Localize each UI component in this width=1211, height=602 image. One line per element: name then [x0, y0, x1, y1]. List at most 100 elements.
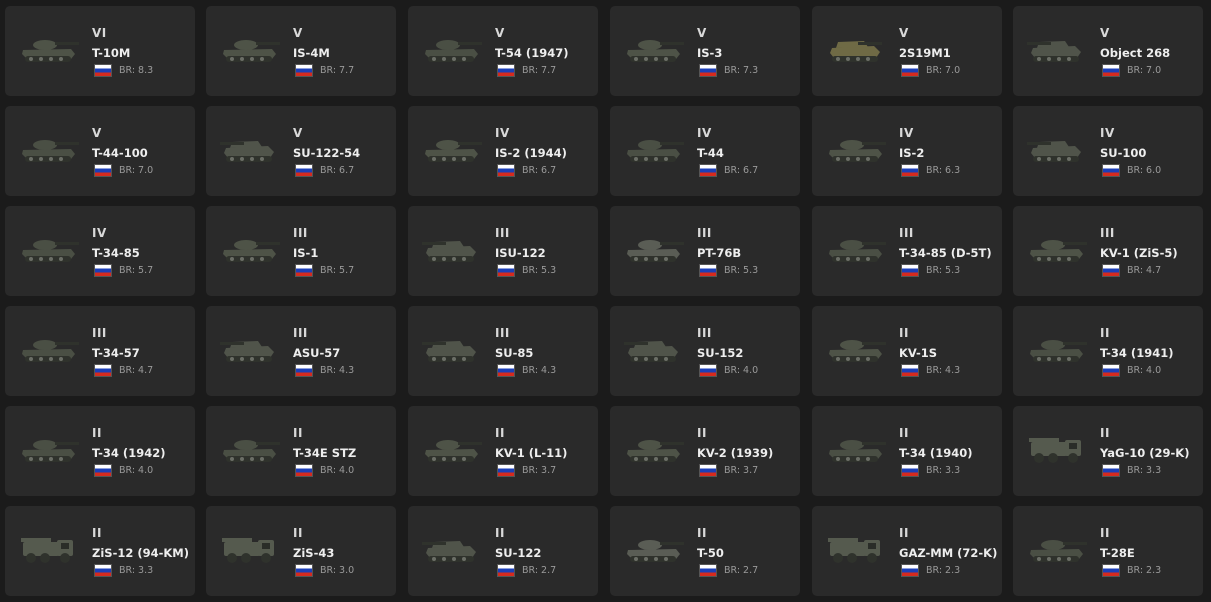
vehicle-tier: II	[899, 426, 909, 440]
vehicle-card[interactable]: II GAZ-MM (72-K) BR: 2.3	[812, 506, 1002, 596]
vehicle-tier: II	[899, 526, 909, 540]
vehicle-thumbnail	[218, 30, 282, 66]
vehicle-card[interactable]: IV IS-2 BR: 6.3	[812, 106, 1002, 196]
vehicle-name: KV-1 (L-11)	[495, 446, 568, 460]
russia-flag-icon	[94, 364, 112, 377]
vehicle-tier: IV	[1100, 126, 1115, 140]
vehicle-card[interactable]: II ZiS-12 (94-KM) BR: 3.3	[5, 506, 195, 596]
vehicle-tier: V	[293, 126, 303, 140]
vehicle-card[interactable]: II KV-1S BR: 4.3	[812, 306, 1002, 396]
vehicle-grid: VI T-10M BR: 8.3 V IS-4M BR: 7.7 V T-54 …	[0, 0, 1211, 602]
battle-rating: BR: 2.3	[926, 565, 961, 576]
vehicle-card[interactable]: II YaG-10 (29-K) BR: 3.3	[1013, 406, 1203, 496]
vehicle-card[interactable]: III IS-1 BR: 5.7	[206, 206, 396, 296]
russia-flag-icon	[295, 264, 313, 277]
vehicle-thumbnail	[824, 530, 888, 566]
vehicle-card[interactable]: II T-28E BR: 2.3	[1013, 506, 1203, 596]
vehicle-tier: V	[293, 26, 303, 40]
vehicle-card[interactable]: III SU-152 BR: 4.0	[610, 306, 800, 396]
vehicle-card[interactable]: III PT-76B BR: 5.3	[610, 206, 800, 296]
vehicle-card[interactable]: III SU-85 BR: 4.3	[408, 306, 598, 396]
vehicle-name: YaG-10 (29-K)	[1100, 446, 1190, 460]
vehicle-name: IS-2	[899, 146, 925, 160]
vehicle-card[interactable]: IV SU-100 BR: 6.0	[1013, 106, 1203, 196]
vehicle-thumbnail	[17, 130, 81, 166]
vehicle-card[interactable]: II SU-122 BR: 2.7	[408, 506, 598, 596]
battle-rating: BR: 7.7	[522, 65, 557, 76]
vehicle-card[interactable]: III KV-1 (ZiS-5) BR: 4.7	[1013, 206, 1203, 296]
battle-rating: BR: 2.7	[724, 565, 759, 576]
vehicle-card[interactable]: V IS-3 BR: 7.3	[610, 6, 800, 96]
russia-flag-icon	[1102, 364, 1120, 377]
vehicle-name: SU-152	[697, 346, 744, 360]
russia-flag-icon	[901, 464, 919, 477]
russia-flag-icon	[94, 464, 112, 477]
vehicle-tier: V	[495, 26, 505, 40]
russia-flag-icon	[295, 464, 313, 477]
vehicle-thumbnail	[824, 130, 888, 166]
russia-flag-icon	[497, 364, 515, 377]
russia-flag-icon	[1102, 464, 1120, 477]
vehicle-name: T-44-100	[92, 146, 148, 160]
russia-flag-icon	[699, 564, 717, 577]
vehicle-tier: V	[1100, 26, 1110, 40]
vehicle-card[interactable]: II T-34E STZ BR: 4.0	[206, 406, 396, 496]
russia-flag-icon	[497, 164, 515, 177]
vehicle-card[interactable]: II KV-2 (1939) BR: 3.7	[610, 406, 800, 496]
vehicle-tier: II	[92, 526, 102, 540]
vehicle-name: Object 268	[1100, 46, 1171, 60]
battle-rating: BR: 6.0	[1127, 165, 1162, 176]
vehicle-name: ISU-122	[495, 246, 546, 260]
vehicle-card[interactable]: IV T-44 BR: 6.7	[610, 106, 800, 196]
vehicle-thumbnail	[17, 30, 81, 66]
vehicle-name: T-54 (1947)	[495, 46, 569, 60]
vehicle-card[interactable]: III ISU-122 BR: 5.3	[408, 206, 598, 296]
vehicle-card[interactable]: II KV-1 (L-11) BR: 3.7	[408, 406, 598, 496]
vehicle-card[interactable]: V SU-122-54 BR: 6.7	[206, 106, 396, 196]
vehicle-card[interactable]: II T-34 (1941) BR: 4.0	[1013, 306, 1203, 396]
vehicle-card[interactable]: III T-34-85 (D-5T) BR: 5.3	[812, 206, 1002, 296]
vehicle-card[interactable]: III ASU-57 BR: 4.3	[206, 306, 396, 396]
vehicle-tier: II	[92, 426, 102, 440]
battle-rating: BR: 3.7	[522, 465, 557, 476]
vehicle-tier: IV	[495, 126, 510, 140]
vehicle-tier: III	[697, 226, 712, 240]
battle-rating: BR: 3.3	[119, 565, 154, 576]
vehicle-card[interactable]: VI T-10M BR: 8.3	[5, 6, 195, 96]
vehicle-card[interactable]: V Object 268 BR: 7.0	[1013, 6, 1203, 96]
vehicle-card[interactable]: II T-34 (1940) BR: 3.3	[812, 406, 1002, 496]
vehicle-name: PT-76B	[697, 246, 742, 260]
vehicle-tier: II	[495, 426, 505, 440]
vehicle-card[interactable]: IV T-34-85 BR: 5.7	[5, 206, 195, 296]
vehicle-thumbnail	[218, 230, 282, 266]
vehicle-tier: II	[697, 526, 707, 540]
vehicle-card[interactable]: II ZiS-43 BR: 3.0	[206, 506, 396, 596]
vehicle-card[interactable]: II T-34 (1942) BR: 4.0	[5, 406, 195, 496]
vehicle-card[interactable]: V IS-4M BR: 7.7	[206, 6, 396, 96]
vehicle-card[interactable]: V T-54 (1947) BR: 7.7	[408, 6, 598, 96]
battle-rating: BR: 4.0	[724, 365, 759, 376]
vehicle-tier: II	[899, 326, 909, 340]
battle-rating: BR: 4.0	[1127, 365, 1162, 376]
russia-flag-icon	[497, 464, 515, 477]
vehicle-card[interactable]: III T-34-57 BR: 4.7	[5, 306, 195, 396]
battle-rating: BR: 5.3	[724, 265, 759, 276]
vehicle-thumbnail	[420, 330, 484, 366]
vehicle-name: IS-4M	[293, 46, 330, 60]
vehicle-card[interactable]: V 2S19M1 BR: 7.0	[812, 6, 1002, 96]
vehicle-thumbnail	[17, 430, 81, 466]
vehicle-card[interactable]: IV IS-2 (1944) BR: 6.7	[408, 106, 598, 196]
russia-flag-icon	[1102, 264, 1120, 277]
russia-flag-icon	[295, 164, 313, 177]
battle-rating: BR: 6.7	[522, 165, 557, 176]
vehicle-name: 2S19M1	[899, 46, 951, 60]
vehicle-thumbnail	[17, 330, 81, 366]
vehicle-thumbnail	[824, 30, 888, 66]
battle-rating: BR: 5.7	[119, 265, 154, 276]
vehicle-card[interactable]: II T-50 BR: 2.7	[610, 506, 800, 596]
vehicle-thumbnail	[218, 130, 282, 166]
battle-rating: BR: 2.3	[1127, 565, 1162, 576]
vehicle-name: T-28E	[1100, 546, 1135, 560]
vehicle-card[interactable]: V T-44-100 BR: 7.0	[5, 106, 195, 196]
battle-rating: BR: 4.7	[119, 365, 154, 376]
